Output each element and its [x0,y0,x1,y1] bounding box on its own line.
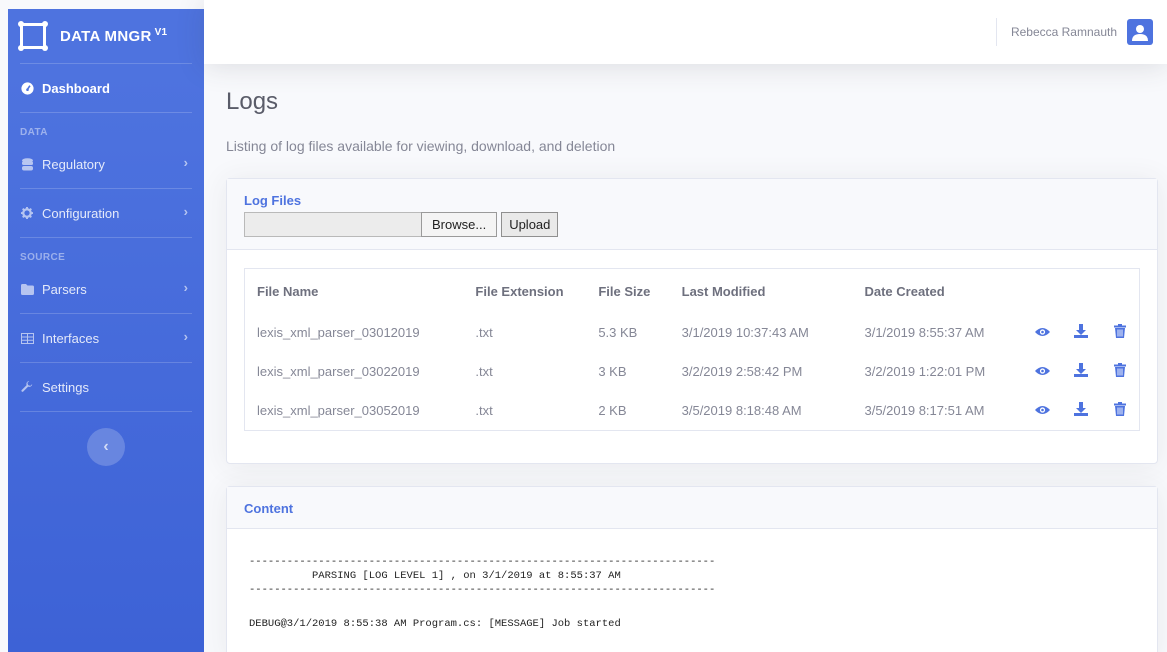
chevron-right-icon: › [183,204,188,219]
date-created-cell: 3/2/2019 1:22:01 PM [864,364,986,379]
last-modified-cell: 3/1/2019 10:37:43 AM [681,325,809,340]
sidebar-heading-source: SOURCE [20,252,66,263]
log-line: ----------------------------------------… [249,584,716,596]
download-icon[interactable] [1062,313,1101,352]
download-icon[interactable] [1062,352,1101,391]
brand-title: DATA MNGR V1 [60,27,168,45]
col-action-download [1062,269,1101,313]
folder-icon [20,283,34,295]
sidebar-item-regulatory[interactable]: Regulatory › [8,140,204,188]
sidebar-item-parsers[interactable]: Parsers › [8,265,204,313]
tachometer-icon [20,81,34,95]
brand[interactable]: DATA MNGR V1 [8,9,204,63]
sidebar-item-label: Settings [42,379,89,395]
log-line: DEBUG@3/1/2019 8:55:38 AM Program.cs: [M… [249,618,621,630]
file-name-cell: lexis_xml_parser_03052019 [257,403,420,418]
trash-icon[interactable] [1100,313,1139,352]
sidebar-divider [20,411,192,412]
file-size-cell: 3 KB [598,364,627,379]
log-line: PARSING [LOG LEVEL 1] , on 3/1/2019 at 8… [249,570,621,582]
log-files-header: Log Files Browse... Upload [227,179,1157,250]
col-date-created: Date Created [864,283,945,299]
sidebar-item-dashboard[interactable]: Dashboard [8,64,204,112]
date-created-cell: 3/1/2019 8:55:37 AM [864,325,985,340]
date-created-cell: 3/5/2019 8:17:51 AM [864,403,985,418]
download-icon[interactable] [1062,391,1101,430]
log-files-card: Log Files Browse... Upload File Name Fil… [226,178,1158,464]
sidebar-toggle-button[interactable]: ‹ [87,428,125,466]
user-avatar-icon[interactable] [1127,19,1153,45]
page-title: Logs [226,88,279,115]
chevron-right-icon: › [183,280,188,295]
log-files-table: File Name File Extension File Size Last … [245,269,1139,430]
log-content-viewer[interactable]: ----------------------------------------… [227,529,1157,652]
last-modified-cell: 3/2/2019 2:58:42 PM [681,364,803,379]
content-title: Content [244,501,294,516]
file-extension-cell: .txt [475,403,493,418]
chevron-right-icon: › [183,155,188,170]
sidebar: DATA MNGR V1 Dashboard DATA Regulatory › … [8,9,204,652]
wrench-icon [20,381,34,393]
main-content: Logs Listing of log files available for … [226,64,1158,652]
col-file-name: File Name [257,283,319,299]
file-size-cell: 2 KB [598,403,627,418]
sidebar-item-settings[interactable]: Settings [8,363,204,411]
topbar: Rebecca Ramnauth [204,0,1167,64]
sidebar-item-label: Configuration [42,205,120,221]
eye-icon[interactable] [1023,313,1062,352]
last-modified-cell: 3/5/2019 8:18:48 AM [681,403,802,418]
file-name-cell: lexis_xml_parser_03022019 [257,364,420,379]
chevron-left-icon: ‹ [103,438,109,455]
content-card: Content --------------------------------… [226,486,1158,652]
file-path-input[interactable] [244,212,421,237]
database-icon [20,157,34,171]
col-file-size: File Size [598,283,651,299]
trash-icon[interactable] [1100,391,1139,430]
content-header: Content [227,487,1157,529]
file-upload-row: Browse... Upload [244,212,1140,237]
sidebar-item-label: Regulatory [42,156,105,172]
col-action-view [1023,269,1062,313]
trash-icon[interactable] [1100,352,1139,391]
file-size-cell: 5.3 KB [598,325,638,340]
topbar-divider [995,18,997,46]
file-extension-cell: .txt [475,325,493,340]
log-line: ----------------------------------------… [249,556,716,568]
col-action-delete [1100,269,1139,313]
table-icon [20,332,34,344]
sidebar-item-interfaces[interactable]: Interfaces › [8,314,204,362]
file-name-cell: lexis_xml_parser_03012019 [257,325,420,340]
sidebar-item-label: Interfaces [42,330,100,346]
gear-icon [20,207,34,219]
page-subtitle: Listing of log files available for viewi… [226,138,616,154]
upload-button[interactable]: Upload [501,212,559,237]
chevron-right-icon: › [183,329,188,344]
sidebar-heading-data: DATA [20,127,48,138]
col-file-extension: File Extension [475,283,564,299]
sidebar-item-configuration[interactable]: Configuration › [8,189,204,237]
sidebar-item-label: Parsers [42,281,87,297]
log-files-table-wrapper: File Name File Extension File Size Last … [244,268,1140,431]
sidebar-item-label: Dashboard [42,80,110,96]
table-row: lexis_xml_parser_03052019 .txt 2 KB 3/5/… [245,391,1139,430]
col-last-modified: Last Modified [681,283,766,299]
user-name[interactable]: Rebecca Ramnauth [1011,25,1117,39]
brand-logo-icon [18,21,48,51]
eye-icon[interactable] [1023,391,1062,430]
log-files-title: Log Files [244,193,302,208]
browse-button[interactable]: Browse... [421,212,498,237]
eye-icon[interactable] [1023,352,1062,391]
file-extension-cell: .txt [475,364,493,379]
table-row: lexis_xml_parser_03022019 .txt 3 KB 3/2/… [245,352,1139,391]
table-row: lexis_xml_parser_03012019 .txt 5.3 KB 3/… [245,313,1139,352]
table-header-row: File Name File Extension File Size Last … [245,269,1139,313]
